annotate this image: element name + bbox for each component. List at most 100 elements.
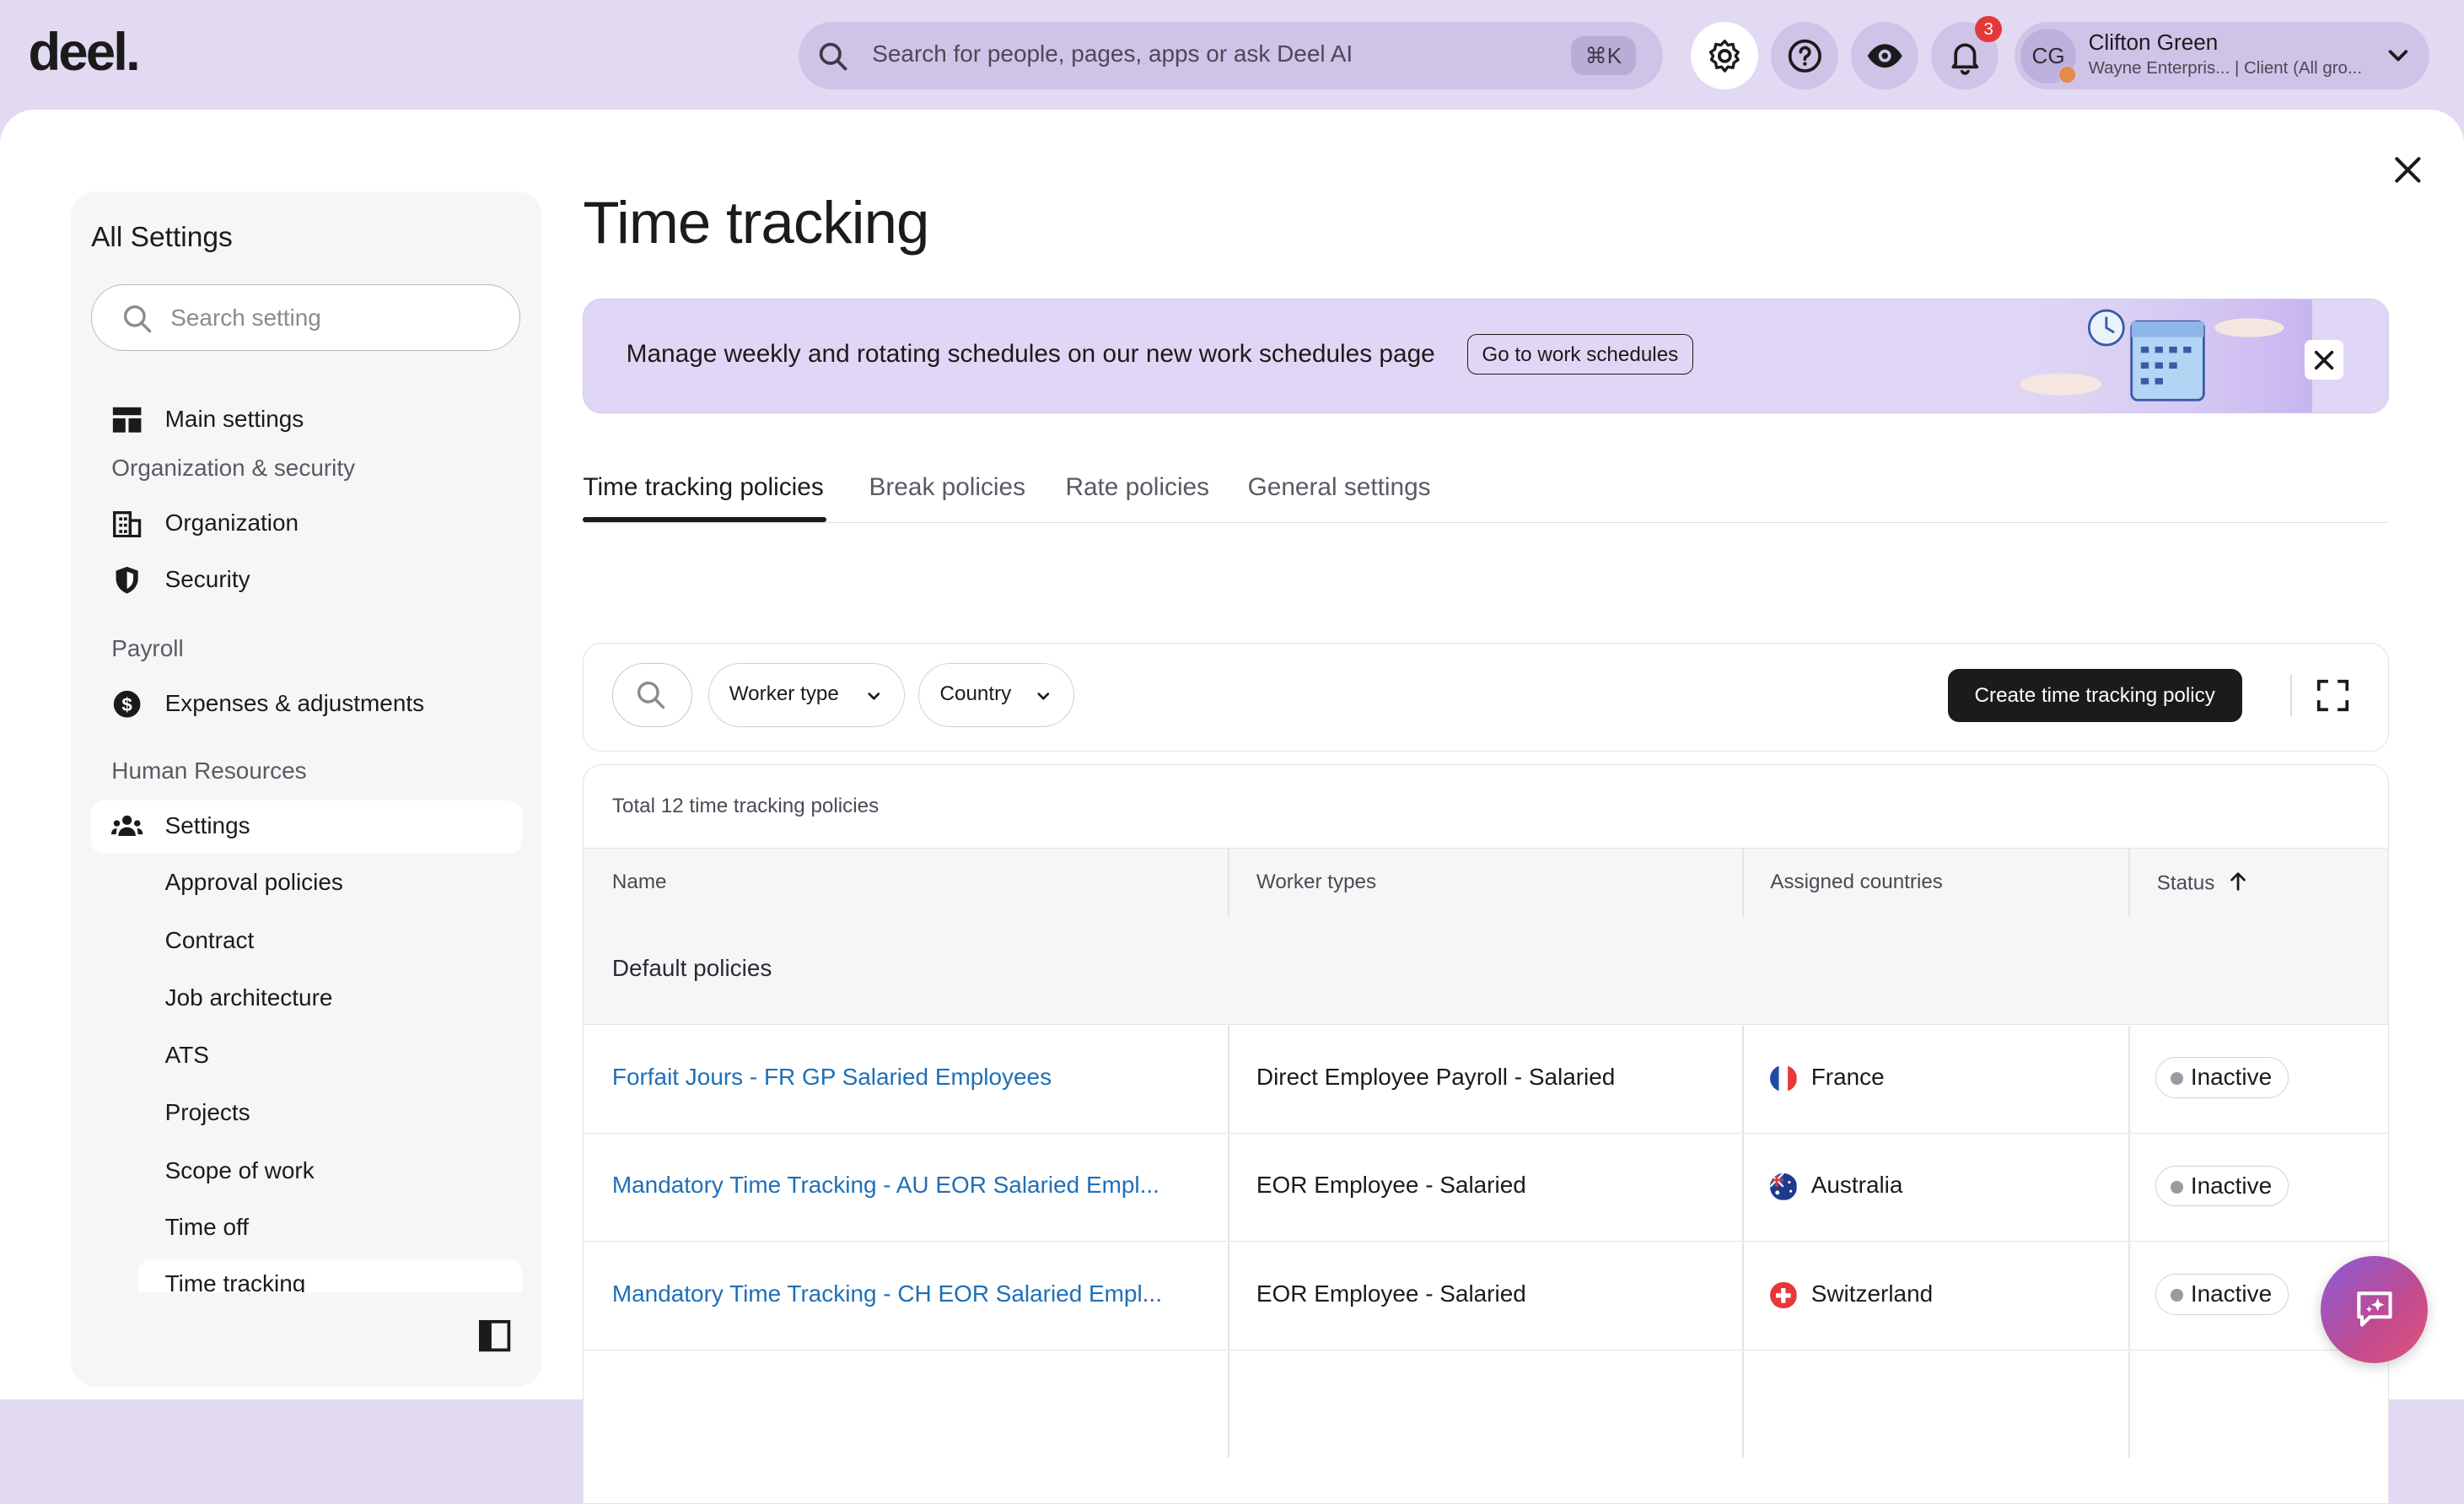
settings-search-input[interactable]: Search setting (91, 284, 520, 351)
column-divider (1741, 849, 1744, 917)
column-divider (1228, 1243, 1230, 1350)
banner-text: Manage weekly and rotating schedules on … (626, 340, 1435, 369)
avatar-status-dot (2058, 66, 2076, 84)
sidebar-collapse-icon[interactable] (479, 1320, 511, 1352)
sidebar-section-organization-security: Organization & security (111, 454, 356, 481)
sidebar-subitem-approval-policies[interactable]: Approval policies (165, 869, 343, 896)
status-badge: Inactive (2155, 1165, 2289, 1207)
table-row[interactable]: Forfait Jours - FR GP Salaried Employees… (584, 1025, 2388, 1134)
search-icon (637, 682, 665, 709)
global-search-input[interactable]: Search for people, pages, apps or ask De… (798, 22, 1663, 90)
group-label: Default policies (611, 955, 772, 982)
column-divider (2128, 1243, 2131, 1350)
column-header-status-label: Status (2156, 871, 2215, 895)
policies-table: Total 12 time tracking policies Name Wor… (583, 763, 2389, 1504)
chevron-down-icon (2388, 50, 2408, 62)
user-org: Wayne Enterpris... | Client (All gro... (2088, 57, 2363, 78)
status-badge: Inactive (2155, 1274, 2289, 1315)
sidebar-subitem-time-off[interactable]: Time off (165, 1214, 249, 1241)
sidebar-item-label: Security (164, 565, 250, 592)
toolbar-divider (2290, 675, 2292, 716)
dollar-circle-icon: $ (114, 690, 141, 718)
table-toolbar: Worker type Country Create time tracking… (583, 643, 2389, 752)
column-divider (1228, 1134, 1230, 1242)
sidebar-subitem-projects[interactable]: Projects (165, 1099, 250, 1126)
column-divider (1741, 1134, 1744, 1242)
notification-count-badge: 3 (1975, 15, 2003, 43)
column-divider (1228, 849, 1230, 917)
eye-icon (1867, 44, 1902, 68)
sidebar-item-label: Settings (164, 812, 250, 839)
table-search-button[interactable] (611, 662, 693, 728)
country-filter[interactable]: Country (918, 662, 1074, 728)
visibility-button[interactable] (1851, 22, 1919, 90)
country-cell: France (1810, 1063, 1885, 1090)
table-header: Name Worker types Assigned countries Sta… (584, 848, 2388, 918)
tab-rate-policies[interactable]: Rate policies (1065, 473, 1209, 502)
create-time-tracking-policy-button[interactable]: Create time tracking policy (1947, 668, 2242, 723)
table-row[interactable]: Mandatory Time Tracking - AU EOR Salarie… (584, 1134, 2388, 1243)
column-header-worker-types[interactable]: Worker types (1256, 871, 1376, 894)
policy-name-link[interactable]: Mandatory Time Tracking - CH EOR Salarie… (612, 1280, 1162, 1307)
gear-icon (1708, 39, 1740, 73)
banner-close-button[interactable] (2304, 340, 2344, 380)
help-button[interactable] (1771, 22, 1839, 90)
sidebar-item-expenses[interactable]: $ Expenses & adjustments (91, 677, 522, 730)
column-divider (1228, 1025, 1230, 1133)
australia-flag-icon (1770, 1173, 1797, 1200)
policy-name-link[interactable]: Mandatory Time Tracking - AU EOR Salarie… (612, 1172, 1159, 1199)
sort-ascending-icon (2230, 872, 2246, 892)
close-icon[interactable] (2389, 151, 2427, 189)
worker-type-filter[interactable]: Worker type (707, 662, 905, 728)
ai-chat-sparkle-icon (2357, 1291, 2392, 1327)
work-schedules-banner: Manage weekly and rotating schedules on … (583, 299, 2389, 414)
sidebar-subitem-scope-of-work[interactable]: Scope of work (165, 1157, 315, 1184)
user-menu[interactable]: CG Clifton Green Wayne Enterpris... | Cl… (2015, 22, 2429, 90)
search-icon (124, 305, 152, 332)
top-bar: deel. Search for people, pages, apps or … (0, 0, 2464, 110)
status-label: Inactive (2190, 1064, 2273, 1091)
sidebar-subitem-job-architecture[interactable]: Job architecture (165, 984, 333, 1011)
column-divider (2128, 1350, 2131, 1458)
sidebar-section-human-resources: Human Resources (111, 757, 307, 784)
search-icon (819, 43, 847, 71)
policy-name-link[interactable]: Forfait Jours - FR GP Salaried Employees (612, 1064, 1052, 1091)
table-row[interactable]: Mandatory Time Tracking - CH EOR Salarie… (584, 1243, 2388, 1350)
deel-ai-chat-button[interactable] (2321, 1255, 2429, 1363)
country-cell: Switzerland (1810, 1280, 1934, 1307)
sidebar-item-security[interactable]: Security (91, 553, 522, 606)
filter-label: Country (939, 682, 1012, 705)
go-to-work-schedules-button[interactable]: Go to work schedules (1466, 334, 1694, 375)
deel-logo[interactable]: deel. (29, 22, 141, 83)
column-divider (2128, 1134, 2131, 1242)
status-dot (2170, 1072, 2183, 1085)
tab-break-policies[interactable]: Break policies (869, 473, 1026, 502)
status-label: Inactive (2190, 1280, 2273, 1307)
sidebar-subitem-contract[interactable]: Contract (165, 927, 255, 954)
search-placeholder: Search for people, pages, apps or ask De… (872, 40, 1353, 67)
sidebar-section-payroll: Payroll (111, 634, 184, 661)
sidebar-item-organization[interactable]: Organization (91, 497, 522, 550)
worker-type-cell: Direct Employee Payroll - Salaried (1256, 1063, 1616, 1090)
table-row[interactable] (584, 1350, 2387, 1458)
column-header-status[interactable]: Status (2157, 871, 2249, 895)
sidebar-item-hr-settings[interactable]: Settings (91, 800, 522, 854)
column-header-assigned-countries[interactable]: Assigned countries (1770, 871, 1943, 894)
notifications-button[interactable]: 3 (1931, 15, 2003, 90)
settings-button[interactable] (1691, 22, 1759, 90)
status-badge: Inactive (2155, 1057, 2289, 1098)
tab-general-settings[interactable]: General settings (1248, 473, 1431, 502)
sidebar-item-main-settings[interactable]: Main settings (91, 393, 522, 446)
column-divider (2128, 1025, 2131, 1133)
expand-icon[interactable] (2316, 678, 2350, 713)
worker-type-cell: EOR Employee - Salaried (1256, 1172, 1526, 1199)
status-dot (2170, 1180, 2183, 1194)
tab-time-tracking-policies[interactable]: Time tracking policies (583, 473, 823, 502)
sidebar-title: All Settings (91, 221, 233, 253)
sidebar-subitem-ats[interactable]: ATS (165, 1042, 209, 1069)
settings-sheet: All Settings Search setting Main setting… (0, 110, 2464, 1504)
column-divider (1228, 1350, 1230, 1458)
active-tab-indicator (583, 517, 827, 522)
column-header-name[interactable]: Name (612, 871, 667, 894)
status-dot (2170, 1289, 2183, 1302)
